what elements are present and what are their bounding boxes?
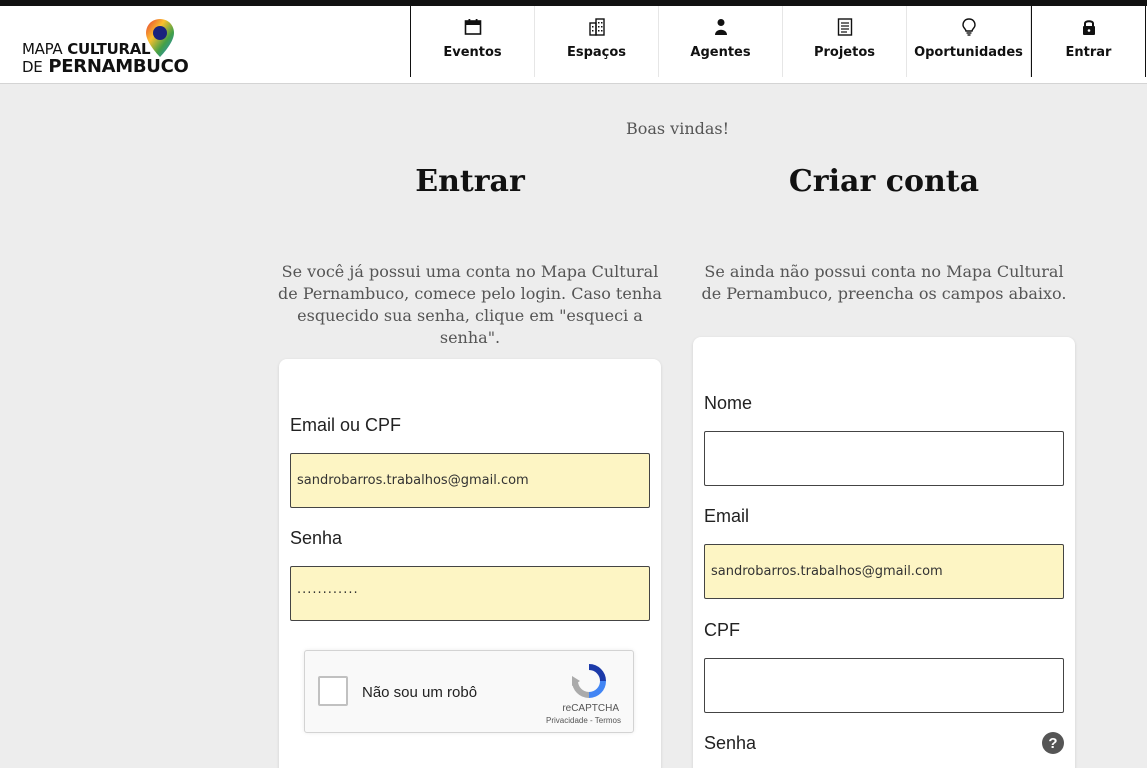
nav-label: Espaços bbox=[566, 45, 627, 60]
nav-oportunidades[interactable]: Oportunidades bbox=[907, 6, 1031, 77]
signup-password-label: Senha bbox=[704, 733, 757, 753]
nav-label: Eventos bbox=[443, 45, 502, 60]
login-title: Entrar bbox=[415, 164, 525, 199]
person-icon bbox=[714, 19, 727, 35]
nav-agentes[interactable]: Agentes bbox=[659, 6, 783, 77]
nav-eventos[interactable]: Eventos bbox=[411, 6, 535, 77]
signup-cpf-label: CPF bbox=[704, 620, 740, 640]
signup-name-label: Nome bbox=[704, 393, 753, 413]
logo-text-line2: DE PERNAMBUCO bbox=[22, 56, 189, 77]
document-icon bbox=[837, 18, 852, 36]
nav-label: Agentes bbox=[690, 45, 751, 60]
nav-entrar[interactable]: Entrar bbox=[1031, 6, 1146, 77]
login-password-label: Senha bbox=[290, 528, 343, 548]
password-help-icon[interactable]: ? bbox=[1042, 732, 1064, 754]
signup-email-input[interactable]: sandrobarros.trabalhos@gmail.com bbox=[704, 544, 1064, 599]
recaptcha-widget: Não sou um robô reCAPTCHA Privacidade - … bbox=[304, 650, 634, 733]
login-password-input[interactable]: ············ bbox=[290, 566, 650, 621]
nav-label: Projetos bbox=[813, 45, 876, 60]
recaptcha-brand: reCAPTCHA bbox=[562, 703, 619, 714]
nav-espacos[interactable]: Espaços bbox=[535, 6, 659, 77]
login-email-label: Email ou CPF bbox=[290, 415, 402, 435]
signup-cpf-input[interactable] bbox=[704, 658, 1064, 713]
recaptcha-label: Não sou um robô bbox=[362, 684, 478, 701]
building-icon bbox=[588, 18, 605, 36]
signup-description: Se ainda não possui conta no Mapa Cultur… bbox=[701, 262, 1067, 303]
login-email-input[interactable]: sandrobarros.trabalhos@gmail.com bbox=[290, 453, 650, 508]
signup-name-input[interactable] bbox=[704, 431, 1064, 486]
nav-label: Entrar bbox=[1065, 45, 1112, 60]
welcome-text: Boas vindas! bbox=[625, 119, 730, 138]
recaptcha-checkbox[interactable] bbox=[318, 676, 348, 706]
signup-email-label: Email bbox=[704, 506, 750, 526]
nav-projetos[interactable]: Projetos bbox=[783, 6, 907, 77]
recaptcha-privacy-terms-links[interactable]: Privacidade - Termos bbox=[546, 716, 621, 725]
lightbulb-icon bbox=[961, 18, 976, 36]
calendar-icon bbox=[464, 19, 481, 35]
main-nav: Eventos Espaços Agentes Projetos Oportun… bbox=[410, 6, 1146, 77]
site-header: MAPA CULTURAL DE PERNAMBUCO Eventos Espa… bbox=[0, 6, 1147, 84]
recaptcha-logo-icon bbox=[572, 664, 606, 698]
signup-title: Criar conta bbox=[788, 164, 980, 199]
nav-label: Oportunidades bbox=[914, 45, 1023, 60]
lock-icon bbox=[1082, 20, 1095, 35]
site-logo[interactable]: MAPA CULTURAL DE PERNAMBUCO bbox=[22, 18, 189, 77]
login-description: Se você já possui uma conta no Mapa Cult… bbox=[278, 262, 662, 347]
